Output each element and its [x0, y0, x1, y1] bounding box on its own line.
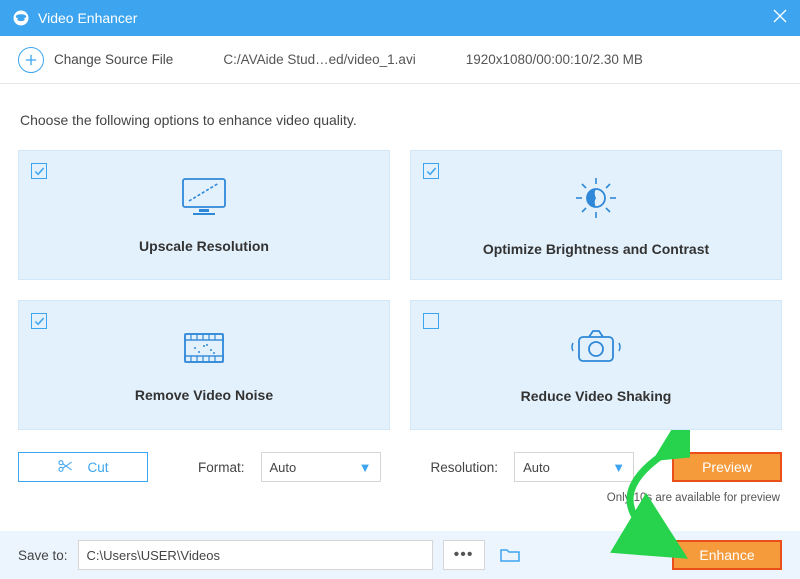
film-icon [179, 328, 229, 373]
checkbox[interactable] [31, 163, 47, 179]
content-area: Choose the following options to enhance … [0, 84, 800, 514]
browse-button[interactable]: ••• [443, 540, 485, 570]
save-path-input[interactable] [78, 540, 433, 570]
card-label: Remove Video Noise [135, 387, 273, 403]
camera-icon [569, 327, 623, 374]
resolution-label: Resolution: [431, 460, 499, 475]
caret-down-icon: ▼ [359, 460, 372, 475]
source-meta: 1920x1080/00:00:10/2.30 MB [466, 52, 643, 67]
caret-down-icon: ▼ [612, 460, 625, 475]
open-folder-button[interactable] [495, 540, 525, 570]
change-source-label: Change Source File [54, 52, 173, 67]
checkbox[interactable] [423, 313, 439, 329]
format-value: Auto [270, 460, 297, 475]
format-dropdown[interactable]: Auto ▼ [261, 452, 381, 482]
checkbox[interactable] [31, 313, 47, 329]
card-label: Upscale Resolution [139, 238, 269, 254]
source-bar: Change Source File C:/AVAide Stud…ed/vid… [0, 36, 800, 84]
titlebar: Video Enhancer [0, 0, 800, 36]
save-label: Save to: [18, 548, 68, 563]
options-grid: Upscale Resolution Optimize Brightness a… [18, 150, 782, 430]
save-bar: Save to: ••• Enhance [0, 531, 800, 579]
card-label: Reduce Video Shaking [521, 388, 672, 404]
card-label: Optimize Brightness and Contrast [483, 241, 709, 257]
card-remove-noise[interactable]: Remove Video Noise [18, 300, 390, 430]
checkbox[interactable] [423, 163, 439, 179]
resolution-dropdown[interactable]: Auto ▼ [514, 452, 634, 482]
scissors-icon [57, 458, 73, 477]
enhance-label: Enhance [699, 547, 754, 563]
change-source-button[interactable]: Change Source File [18, 47, 173, 73]
enhance-button[interactable]: Enhance [672, 540, 782, 570]
preview-label: Preview [702, 459, 752, 475]
controls-row: Cut Format: Auto ▼ Resolution: Auto ▼ Pr… [18, 452, 782, 482]
close-icon[interactable] [772, 8, 788, 29]
resolution-value: Auto [523, 460, 550, 475]
format-label: Format: [198, 460, 245, 475]
preview-hint: Only 10s are available for preview [18, 492, 780, 504]
source-path: C:/AVAide Stud…ed/video_1.avi [223, 52, 415, 67]
instruction-text: Choose the following options to enhance … [20, 112, 782, 128]
brightness-icon [572, 174, 620, 227]
preview-button[interactable]: Preview [672, 452, 782, 482]
monitor-icon [179, 177, 229, 224]
card-optimize-brightness[interactable]: Optimize Brightness and Contrast [410, 150, 782, 280]
cut-button[interactable]: Cut [18, 452, 148, 482]
app-title: Video Enhancer [38, 10, 772, 26]
plus-icon [18, 47, 44, 73]
cut-label: Cut [87, 460, 108, 475]
card-reduce-shaking[interactable]: Reduce Video Shaking [410, 300, 782, 430]
app-icon [12, 9, 30, 27]
card-upscale-resolution[interactable]: Upscale Resolution [18, 150, 390, 280]
